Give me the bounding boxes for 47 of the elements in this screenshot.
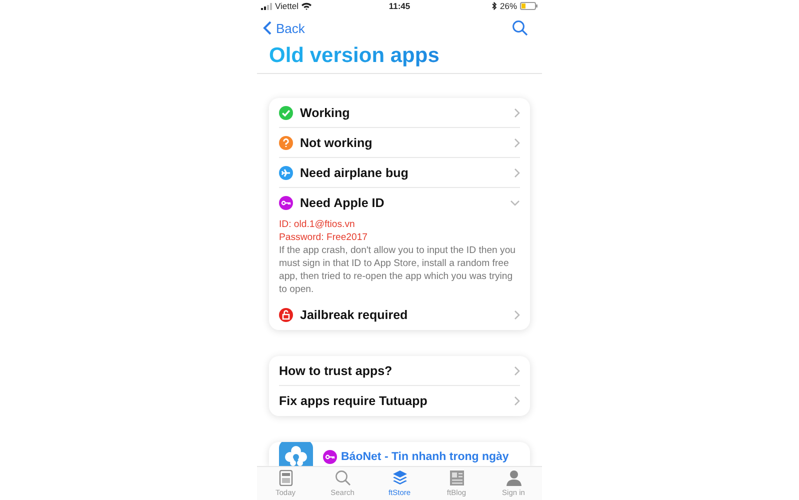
- clock-time: 11:45: [388, 1, 410, 11]
- chevron-right-icon: [514, 168, 520, 178]
- category-label: Working: [300, 106, 351, 120]
- chevron-right-icon: [514, 108, 520, 118]
- question-icon: [279, 136, 293, 150]
- search-icon: [334, 470, 350, 486]
- person-icon: [506, 470, 522, 486]
- app-card[interactable]: BáoNet - Tin nhanh trong ngày: [269, 442, 530, 466]
- category-row[interactable]: Need Apple ID: [279, 188, 520, 218]
- bluetooth-icon: [492, 2, 497, 10]
- category-label: Need Apple ID: [300, 196, 386, 210]
- category-row[interactable]: Working: [279, 98, 520, 128]
- signal-icon: [261, 2, 272, 10]
- carrier-name: Viettel: [275, 1, 298, 11]
- chevron-right-icon: [514, 396, 520, 406]
- battery-percent: 26%: [500, 1, 517, 11]
- check-icon: [279, 106, 293, 120]
- apple-id-text: ID: old.1@ftios.vn: [279, 218, 356, 231]
- category-row[interactable]: Need airplane bug: [279, 158, 520, 188]
- help-note: If the app crash, don't allow you to input the ID then you must sign in that ID to App Store, install a random free app, then tried to re-open the app which you was trying to open.: [279, 244, 516, 296]
- back-chevron-icon: [263, 21, 272, 35]
- key-icon: [323, 450, 337, 464]
- plane-icon: [279, 166, 293, 180]
- category-label: Jailbreak required: [300, 308, 409, 322]
- store-icon: [392, 470, 408, 486]
- help-label: Fix apps require Tutuapp: [279, 394, 428, 408]
- blog-icon: [448, 470, 464, 486]
- help-row[interactable]: Fix apps require Tutuapp: [279, 386, 520, 416]
- category-row[interactable]: Jailbreak required: [279, 300, 520, 330]
- chevron-down-icon: [510, 200, 520, 206]
- chevron-right-icon: [514, 366, 520, 376]
- key-icon: [279, 196, 293, 210]
- help-row[interactable]: How to trust apps?: [279, 356, 520, 386]
- search-icon[interactable]: [512, 20, 528, 36]
- password-text: Password: Free2017: [279, 231, 369, 244]
- category-label: Not working: [300, 136, 374, 150]
- chevron-right-icon: [514, 310, 520, 320]
- chevron-right-icon: [514, 138, 520, 148]
- category-label: Need airplane bug: [300, 166, 410, 180]
- app-title: BáoNet - Tin nhanh trong ngày: [341, 451, 509, 463]
- today-icon: [278, 470, 294, 486]
- battery-icon: [520, 2, 538, 10]
- help-label: How to trust apps?: [279, 364, 394, 378]
- back-button[interactable]: Back: [263, 20, 305, 36]
- wifi-icon: [301, 2, 312, 10]
- lock-icon: [279, 308, 293, 322]
- category-row[interactable]: Not working: [279, 128, 520, 158]
